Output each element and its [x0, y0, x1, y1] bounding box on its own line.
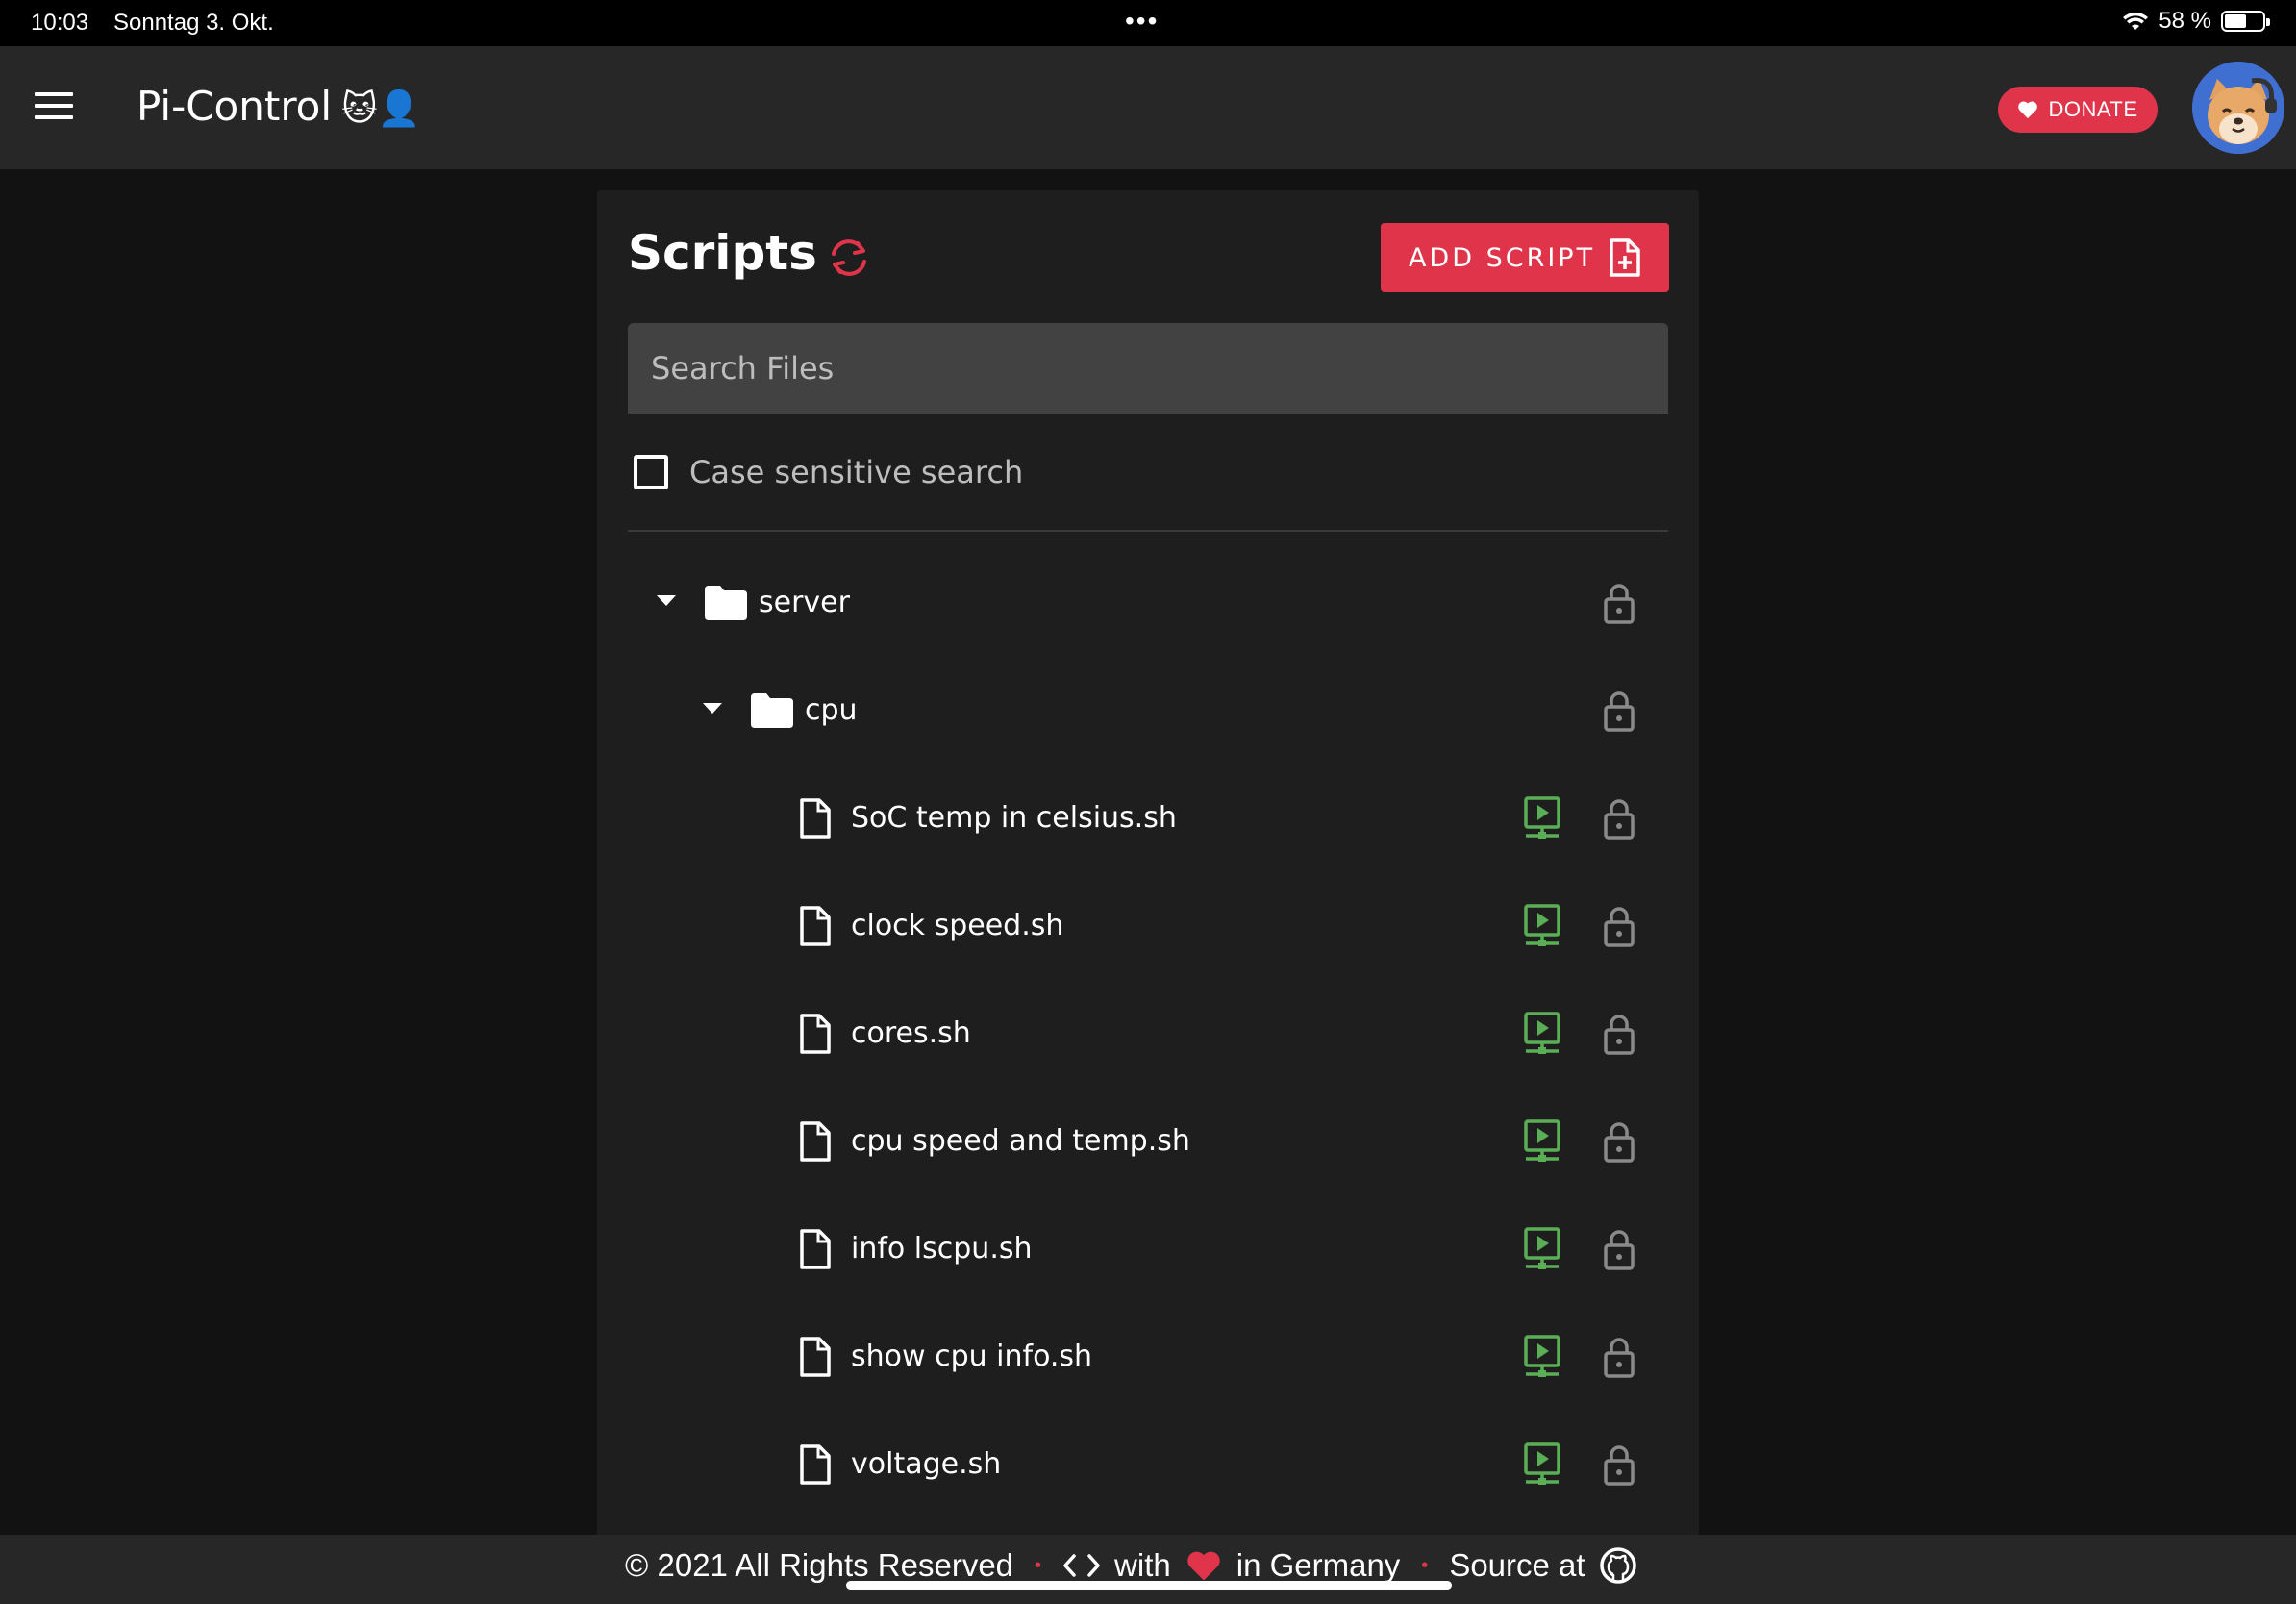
- scripts-card: Scripts ADD SCRIPT Case sensitive search…: [597, 190, 1699, 1537]
- add-script-label: ADD SCRIPT: [1408, 242, 1596, 273]
- footer-separator: •: [1421, 1554, 1429, 1576]
- run-script-icon[interactable]: [1522, 1011, 1562, 1057]
- refresh-icon[interactable]: [826, 235, 872, 281]
- lock-icon[interactable]: [1603, 905, 1635, 947]
- file-label[interactable]: voltage.sh: [851, 1447, 1001, 1481]
- tree-row-folder-cpu[interactable]: cpu: [597, 659, 1699, 766]
- ninja-cat-emoji: 🐱👤: [341, 89, 421, 129]
- lock-icon[interactable]: [1603, 582, 1635, 624]
- tree-row-file[interactable]: show cpu info.sh: [597, 1305, 1699, 1413]
- page-title: Scripts: [628, 225, 817, 281]
- footer-separator: •: [1035, 1554, 1042, 1576]
- donate-label: DONATE: [2048, 97, 2138, 121]
- folder-icon: [705, 586, 747, 620]
- home-indicator[interactable]: [846, 1581, 1452, 1590]
- case-sensitive-checkbox[interactable]: Case sensitive search: [634, 454, 1023, 490]
- battery-fill: [2225, 14, 2247, 28]
- tree-row-file[interactable]: info lscpu.sh: [597, 1197, 1699, 1305]
- code-icon: [1063, 1554, 1100, 1577]
- run-script-icon[interactable]: [1522, 1118, 1562, 1165]
- multitasking-dots-icon[interactable]: •••: [1125, 6, 1159, 37]
- file-icon: [799, 1336, 832, 1378]
- footer-source: Source at: [1449, 1547, 1585, 1583]
- tree-row-file[interactable]: voltage.sh: [597, 1413, 1699, 1520]
- lock-icon[interactable]: [1603, 1228, 1635, 1270]
- file-label[interactable]: cpu speed and temp.sh: [851, 1124, 1190, 1158]
- file-icon: [799, 905, 832, 947]
- wifi-icon: [2123, 12, 2149, 30]
- run-script-icon[interactable]: [1522, 1226, 1562, 1272]
- footer-in-germany[interactable]: in Germany: [1236, 1547, 1401, 1584]
- add-script-button[interactable]: ADD SCRIPT: [1381, 223, 1669, 292]
- github-icon[interactable]: [1599, 1546, 1637, 1585]
- app-title-text: Pi-Control: [137, 83, 333, 130]
- file-label[interactable]: clock speed.sh: [851, 909, 1063, 942]
- file-icon: [799, 1120, 832, 1163]
- file-icon: [799, 1443, 832, 1486]
- status-bar: 10:03 Sonntag 3. Okt. ••• 58 %: [0, 0, 2296, 46]
- caret-down-icon[interactable]: [703, 703, 722, 714]
- status-right: 58 %: [2122, 8, 2270, 35]
- run-script-icon[interactable]: [1522, 903, 1562, 949]
- menu-icon[interactable]: [35, 92, 73, 123]
- tree-row-folder-server[interactable]: server: [597, 551, 1699, 659]
- donate-button[interactable]: DONATE: [1998, 87, 2158, 133]
- caret-down-icon[interactable]: [657, 595, 676, 606]
- battery-icon: [2221, 11, 2270, 32]
- footer: © 2021 All Rights Reserved • with in Ger…: [0, 1535, 2296, 1604]
- status-time: 10:03: [31, 10, 89, 36]
- heart-icon: [2018, 101, 2038, 119]
- file-label[interactable]: show cpu info.sh: [851, 1340, 1092, 1373]
- folder-label[interactable]: cpu: [805, 693, 858, 727]
- lock-icon[interactable]: [1603, 689, 1635, 732]
- run-script-icon[interactable]: [1522, 1441, 1562, 1488]
- file-label[interactable]: SoC temp in celsius.sh: [851, 801, 1177, 835]
- folder-label[interactable]: server: [759, 586, 850, 619]
- avatar[interactable]: [2192, 62, 2284, 154]
- file-plus-icon: [1610, 238, 1640, 277]
- status-date: Sonntag 3. Okt.: [113, 10, 274, 36]
- file-icon: [799, 1228, 832, 1270]
- footer-copyright: © 2021 All Rights Reserved: [625, 1547, 1014, 1583]
- tree-row-file[interactable]: clock speed.sh: [597, 874, 1699, 982]
- file-label[interactable]: info lscpu.sh: [851, 1232, 1033, 1266]
- folder-icon: [751, 693, 793, 728]
- lock-icon[interactable]: [1603, 1336, 1635, 1378]
- search-input[interactable]: [628, 323, 1668, 414]
- run-script-icon[interactable]: [1522, 795, 1562, 841]
- lock-icon[interactable]: [1603, 797, 1635, 840]
- file-icon: [799, 797, 832, 840]
- file-icon: [799, 1013, 832, 1055]
- app-title: Pi-Control 🐱👤: [137, 83, 420, 130]
- divider: [628, 530, 1668, 532]
- app-bar: Pi-Control 🐱👤 DONATE: [0, 46, 2296, 169]
- battery-percent: 58 %: [2159, 8, 2211, 34]
- lock-icon[interactable]: [1603, 1443, 1635, 1486]
- file-label[interactable]: cores.sh: [851, 1016, 971, 1050]
- footer-with: with: [1114, 1547, 1171, 1583]
- tree-row-file[interactable]: cores.sh: [597, 982, 1699, 1090]
- tree-row-file[interactable]: SoC temp in celsius.sh: [597, 766, 1699, 874]
- lock-icon[interactable]: [1603, 1013, 1635, 1055]
- shiba-avatar-icon: [2192, 62, 2284, 154]
- run-script-icon[interactable]: [1522, 1334, 1562, 1380]
- lock-icon[interactable]: [1603, 1120, 1635, 1163]
- heart-icon: [1187, 1551, 1220, 1581]
- tree-row-file[interactable]: cpu speed and temp.sh: [597, 1090, 1699, 1197]
- checkbox-box[interactable]: [634, 455, 668, 489]
- case-sensitive-label: Case sensitive search: [689, 454, 1024, 490]
